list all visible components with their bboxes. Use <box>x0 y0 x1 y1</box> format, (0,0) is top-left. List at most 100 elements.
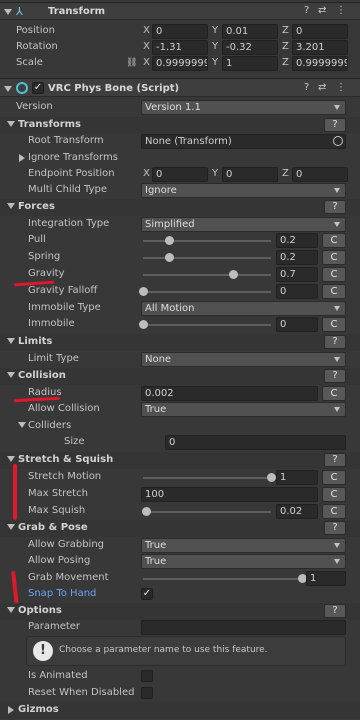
axis-x-label[interactable]: X <box>143 167 150 181</box>
more-options-icon[interactable]: ⋮ <box>336 82 346 93</box>
axis-y-label[interactable]: Y <box>212 56 218 70</box>
foldout-icon[interactable] <box>8 706 14 714</box>
transforms-section-header[interactable]: Transforms ? <box>0 117 360 134</box>
foldout-icon[interactable] <box>7 524 15 530</box>
root-transform-field[interactable]: None (Transform) <box>141 134 346 149</box>
axis-y-label[interactable]: Y <box>212 40 218 54</box>
slider-track[interactable] <box>143 511 271 513</box>
foldout-icon[interactable] <box>7 121 15 127</box>
foldout-icon[interactable] <box>18 422 26 428</box>
snap-to-hand-checkbox[interactable]: ✓ <box>141 588 153 600</box>
curve-button[interactable]: C <box>322 504 346 519</box>
max-stretch-field[interactable]: 100 <box>141 487 318 502</box>
max-squish-value-field[interactable]: 0.02 <box>276 504 318 519</box>
help-button[interactable]: ? <box>324 335 346 349</box>
allow-posing-dropdown[interactable]: True <box>141 554 346 569</box>
slider-handle[interactable] <box>139 320 148 329</box>
physbone-header[interactable]: ✓ VRC Phys Bone (Script) ? ⇄ ⋮ <box>0 78 360 97</box>
scale-z-field[interactable]: 0.9999999 <box>292 56 348 71</box>
allow-grabbing-dropdown[interactable]: True <box>141 538 346 553</box>
slider-handle[interactable] <box>139 287 148 296</box>
collapse-icon[interactable] <box>4 86 12 92</box>
help-icon[interactable]: ? <box>304 5 309 16</box>
immobile-value-field[interactable]: 0 <box>276 317 318 332</box>
allow-collision-dropdown[interactable]: True <box>141 402 346 417</box>
radius-field[interactable]: 0.002 <box>141 386 318 401</box>
scale-x-field[interactable]: 0.9999999 <box>152 56 208 71</box>
slider-handle[interactable] <box>141 507 151 516</box>
position-z-field[interactable]: 0 <box>292 24 348 39</box>
component-enabled-checkbox[interactable]: ✓ <box>32 82 44 94</box>
limits-section-header[interactable]: Limits ? <box>0 334 360 351</box>
slider-handle[interactable] <box>228 270 238 279</box>
slider-handle[interactable] <box>267 473 276 482</box>
foldout-icon[interactable] <box>7 372 15 378</box>
axis-z-label[interactable]: Z <box>282 56 289 70</box>
axis-z-label[interactable]: Z <box>282 40 289 54</box>
curve-button[interactable]: C <box>322 250 346 265</box>
foldout-icon[interactable] <box>7 338 15 344</box>
preset-icon[interactable]: ⇄ <box>318 82 326 93</box>
slider-track[interactable] <box>143 274 271 276</box>
more-options-icon[interactable]: ⋮ <box>336 5 346 16</box>
position-x-field[interactable]: 0 <box>152 24 208 39</box>
multi-child-dropdown[interactable]: Ignore <box>141 183 346 198</box>
grab-movement-value-field[interactable]: 1 <box>306 571 346 586</box>
endpoint-x-field[interactable]: 0 <box>152 167 208 182</box>
immobile-type-dropdown[interactable]: All Motion <box>141 301 346 316</box>
axis-y-label[interactable]: Y <box>212 167 218 181</box>
forces-section-header[interactable]: Forces ? <box>0 199 360 216</box>
foldout-icon[interactable] <box>7 203 15 209</box>
is-animated-checkbox[interactable] <box>141 670 153 682</box>
endpoint-z-field[interactable]: 0 <box>292 167 348 182</box>
foldout-icon[interactable] <box>19 154 25 162</box>
curve-button[interactable]: C <box>322 487 346 502</box>
curve-button[interactable]: C <box>322 386 346 401</box>
stretch-section-header[interactable]: Stretch & Squish ? <box>0 452 360 469</box>
curve-button[interactable]: C <box>322 284 346 299</box>
curve-button[interactable]: C <box>322 317 346 332</box>
options-section-header[interactable]: Options ? <box>0 603 360 620</box>
scale-y-field[interactable]: 1 <box>222 56 278 71</box>
axis-x-label[interactable]: X <box>143 24 150 38</box>
slider-track[interactable] <box>143 240 271 242</box>
stretch-motion-value-field[interactable]: 1 <box>276 470 318 485</box>
curve-button[interactable]: C <box>322 267 346 282</box>
axis-z-label[interactable]: Z <box>282 167 289 181</box>
rotation-y-field[interactable]: -0.32 <box>222 40 278 55</box>
slider-track[interactable] <box>143 257 271 259</box>
integration-type-dropdown[interactable]: Simplified <box>141 217 346 232</box>
axis-y-label[interactable]: Y <box>212 24 218 38</box>
rotation-z-field[interactable]: 3.201 <box>292 40 348 55</box>
axis-x-label[interactable]: X <box>143 56 150 70</box>
help-button[interactable]: ? <box>324 369 346 383</box>
rotation-x-field[interactable]: -1.31 <box>152 40 208 55</box>
curve-button[interactable]: C <box>322 233 346 248</box>
help-button[interactable]: ? <box>324 521 346 535</box>
position-y-field[interactable]: 0.01 <box>222 24 278 39</box>
help-button[interactable]: ? <box>324 604 346 618</box>
slider-track[interactable] <box>143 477 271 479</box>
parameter-field[interactable] <box>141 620 346 635</box>
axis-x-label[interactable]: X <box>143 40 150 54</box>
colliders-size-field[interactable]: 0 <box>165 435 346 450</box>
collision-section-header[interactable]: Collision ? <box>0 368 360 385</box>
gravity-falloff-value-field[interactable]: 0 <box>276 284 318 299</box>
limit-type-dropdown[interactable]: None <box>141 352 346 367</box>
slider-handle[interactable] <box>164 253 174 262</box>
preset-icon[interactable]: ⇄ <box>318 5 326 16</box>
object-picker-icon[interactable] <box>333 136 343 146</box>
foldout-icon[interactable] <box>7 456 15 462</box>
ignore-transforms-row[interactable]: Ignore Transforms <box>0 150 360 167</box>
gravity-value-field[interactable]: 0.7 <box>276 267 318 282</box>
slider-track[interactable] <box>143 291 271 293</box>
slider-track[interactable] <box>143 578 302 580</box>
curve-button[interactable]: C <box>322 470 346 485</box>
slider-handle[interactable] <box>164 236 174 245</box>
gizmos-section-header[interactable]: Gizmos <box>0 702 360 719</box>
version-dropdown[interactable]: Version 1.1 <box>141 100 346 115</box>
transform-header[interactable]: ⅄ Transform ? ⇄ ⋮ <box>0 2 360 20</box>
slider-track[interactable] <box>143 324 271 326</box>
link-icon[interactable]: ⛓ <box>126 58 137 68</box>
help-button[interactable]: ? <box>324 453 346 467</box>
